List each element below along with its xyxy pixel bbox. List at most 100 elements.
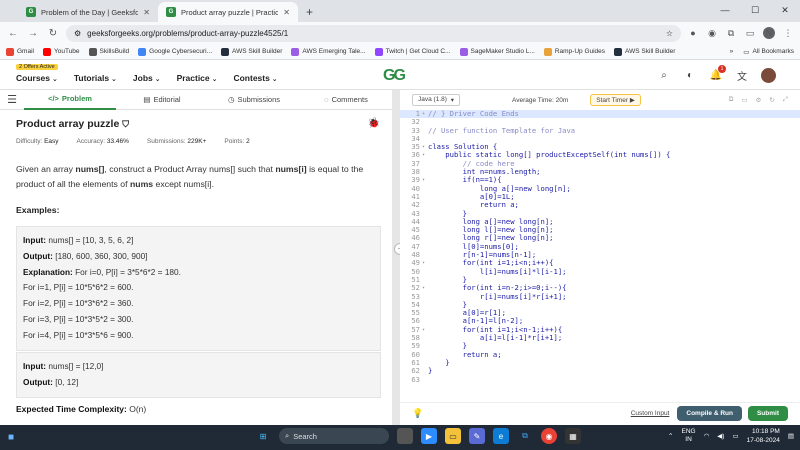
gfg-logo[interactable]: GG <box>383 67 406 85</box>
report-bug-icon[interactable]: 🐞 <box>368 118 380 129</box>
tab-comments[interactable]: ◌ Comments <box>300 90 392 110</box>
bookmark-aws-skill-builder[interactable]: AWS Skill Builder <box>221 47 282 56</box>
translate-icon[interactable]: 文 <box>735 69 749 83</box>
fold-icon[interactable] <box>422 376 428 384</box>
nav-practice[interactable]: Practice <box>177 73 218 83</box>
more-bookmarks-icon[interactable]: » <box>730 48 734 55</box>
browser-tab-product-array-puzzle[interactable]: G Product array puzzle | Practice | ✕ <box>158 2 298 22</box>
close-tab-icon[interactable]: ✕ <box>143 8 150 17</box>
close-tab-icon[interactable]: ✕ <box>283 8 290 17</box>
difficulty: Difficulty: Easy <box>16 138 59 145</box>
edge-icon[interactable]: e <box>493 428 509 444</box>
settings-icon[interactable]: ⚙ <box>756 96 762 104</box>
new-tab-button[interactable]: + <box>298 5 321 22</box>
accuracy: Accuracy: 33.46% <box>77 138 129 145</box>
lightbulb-icon[interactable]: 💡 <box>412 408 423 419</box>
tab-label: Submissions <box>237 95 281 104</box>
menu-hamburger-icon[interactable]: ☰ <box>0 93 24 106</box>
start-timer-button[interactable]: Start Timer ▶ <box>590 94 641 106</box>
site-info-icon[interactable]: ⚙ <box>74 29 81 38</box>
vscode-icon[interactable]: ⧉ <box>517 428 533 444</box>
language-indicator[interactable]: ENG IN <box>682 428 696 444</box>
notification-bell-icon[interactable]: 🔔 1 <box>709 64 726 83</box>
code-line[interactable]: 61 } <box>400 358 800 367</box>
code-area[interactable]: 1 +// } Driver Code Ends 32 33// User funct… <box>400 109 800 390</box>
pen-app-icon[interactable]: ✎ <box>469 428 485 444</box>
user-avatar[interactable] <box>761 68 776 83</box>
bookmark-ramp-up-guides[interactable]: Ramp-Up Guides <box>543 47 605 56</box>
bookmark-sagemaker[interactable]: SageMaker Studio L... <box>459 47 535 56</box>
compile-run-button[interactable]: Compile & Run <box>677 406 742 421</box>
tab-submissions[interactable]: ◷ Submissions <box>208 90 300 110</box>
notifications-icon[interactable]: ▤ <box>788 432 794 440</box>
battery-icon[interactable]: ▭ <box>732 432 738 440</box>
code-line[interactable]: 63 <box>400 375 800 384</box>
back-button[interactable]: ← <box>6 26 20 40</box>
nav-courses[interactable]: Courses <box>16 73 58 83</box>
theme-toggle-icon[interactable]: ◐ <box>683 69 697 83</box>
menu-kebab-icon[interactable]: ⋮ <box>782 27 794 39</box>
sidebar-icon[interactable]: ▭ <box>744 27 756 39</box>
pane-divider[interactable] <box>392 90 400 425</box>
camera-icon[interactable]: ◉ <box>706 27 718 39</box>
code-line[interactable]: 1 +// } Driver Code Ends <box>400 109 800 119</box>
wifi-icon[interactable]: ◠ <box>704 432 710 440</box>
nav-tutorials[interactable]: Tutorials <box>74 73 117 83</box>
tab-editorial[interactable]: ▤ Editorial <box>116 90 208 110</box>
nav-jobs[interactable]: Jobs <box>133 73 161 83</box>
bookmark-twitch[interactable]: Twitch | Get Cloud C... <box>374 47 451 56</box>
desc-text: Given an array <box>16 164 76 174</box>
offers-badge[interactable]: 2 Offers Active <box>16 64 58 70</box>
taskbar-search[interactable]: ⌕ Search <box>279 428 389 444</box>
reload-button[interactable]: ↻ <box>46 26 60 40</box>
bookmark-aws-emerging-talent[interactable]: AWS Emerging Tale... <box>291 47 366 56</box>
bookmark-gmail[interactable]: Gmail <box>6 47 34 56</box>
code-line[interactable]: 60 return a; <box>400 350 800 359</box>
bookmark-aws-skill-builder-2[interactable]: AWS Skill Builder <box>614 47 675 56</box>
desc-text: except nums[i]. <box>153 179 214 189</box>
bookmark-icon[interactable]: ⛉ <box>122 119 129 130</box>
file-explorer-icon[interactable]: ▭ <box>445 428 461 444</box>
task-view-icon[interactable] <box>397 428 413 444</box>
download-icon[interactable]: ▭ <box>741 96 747 104</box>
copy-icon[interactable]: ⧉ <box>729 96 734 104</box>
maximize-button[interactable]: ☐ <box>740 0 770 20</box>
bookmark-skillsbuild[interactable]: SkillsBuild <box>88 47 129 56</box>
chevron-down-icon: ▾ <box>450 97 454 104</box>
clock[interactable]: 10:18 PM 17-08-2024 <box>747 427 780 445</box>
fullscreen-icon[interactable]: ⤢ <box>783 96 788 104</box>
language-select[interactable]: Java (1.8) ▾ <box>412 94 460 106</box>
bookmark-star-icon[interactable]: ☆ <box>666 29 673 38</box>
bookmark-google-cybersecurity[interactable]: Google Cybersecuri... <box>138 47 212 56</box>
volume-icon[interactable]: ◀) <box>717 432 724 440</box>
minimize-button[interactable]: — <box>710 0 740 20</box>
close-window-button[interactable]: ✕ <box>770 0 800 20</box>
search-icon[interactable]: ⌕ <box>657 69 671 83</box>
code-line[interactable]: 33// User function Template for Java <box>400 126 800 135</box>
extension-icon[interactable]: ● <box>687 27 699 39</box>
start-icon[interactable]: ⊞ <box>255 428 271 444</box>
code-line[interactable]: 62} <box>400 366 800 376</box>
address-bar[interactable]: ⚙ geeksforgeeks.org/problems/product-arr… <box>66 24 681 42</box>
tab-problem[interactable]: </> Problem <box>24 90 116 110</box>
all-bookmarks-button[interactable]: ▭ All Bookmarks <box>743 48 794 56</box>
input-label: Input: <box>23 235 47 245</box>
code-text: } <box>428 366 433 376</box>
chrome-icon[interactable]: ◉ <box>541 428 557 444</box>
bookmark-label: YouTube <box>53 48 80 55</box>
chevron-up-icon[interactable]: ⌃ <box>668 432 673 440</box>
code-text: // } Driver Code Ends <box>428 109 519 118</box>
profile-avatar[interactable]: N <box>763 27 775 39</box>
extensions-puzzle-icon[interactable]: ⧉ <box>725 27 737 39</box>
nav-contests[interactable]: Contests <box>233 73 277 83</box>
widgets-icon[interactable]: ■ <box>8 432 14 443</box>
zoom-app-icon[interactable]: ▶ <box>421 428 437 444</box>
custom-input-link[interactable]: Custom Input <box>631 410 670 417</box>
reset-icon[interactable]: ↻ <box>769 96 774 104</box>
document-icon: ▤ <box>143 95 151 104</box>
forward-button[interactable]: → <box>26 26 40 40</box>
browser-tab-problem-of-the-day[interactable]: G Problem of the Day | Geeksfor ✕ <box>18 2 158 22</box>
submit-button[interactable]: Submit <box>747 406 788 421</box>
store-icon[interactable]: ▦ <box>565 428 581 444</box>
bookmark-youtube[interactable]: YouTube <box>42 47 80 56</box>
